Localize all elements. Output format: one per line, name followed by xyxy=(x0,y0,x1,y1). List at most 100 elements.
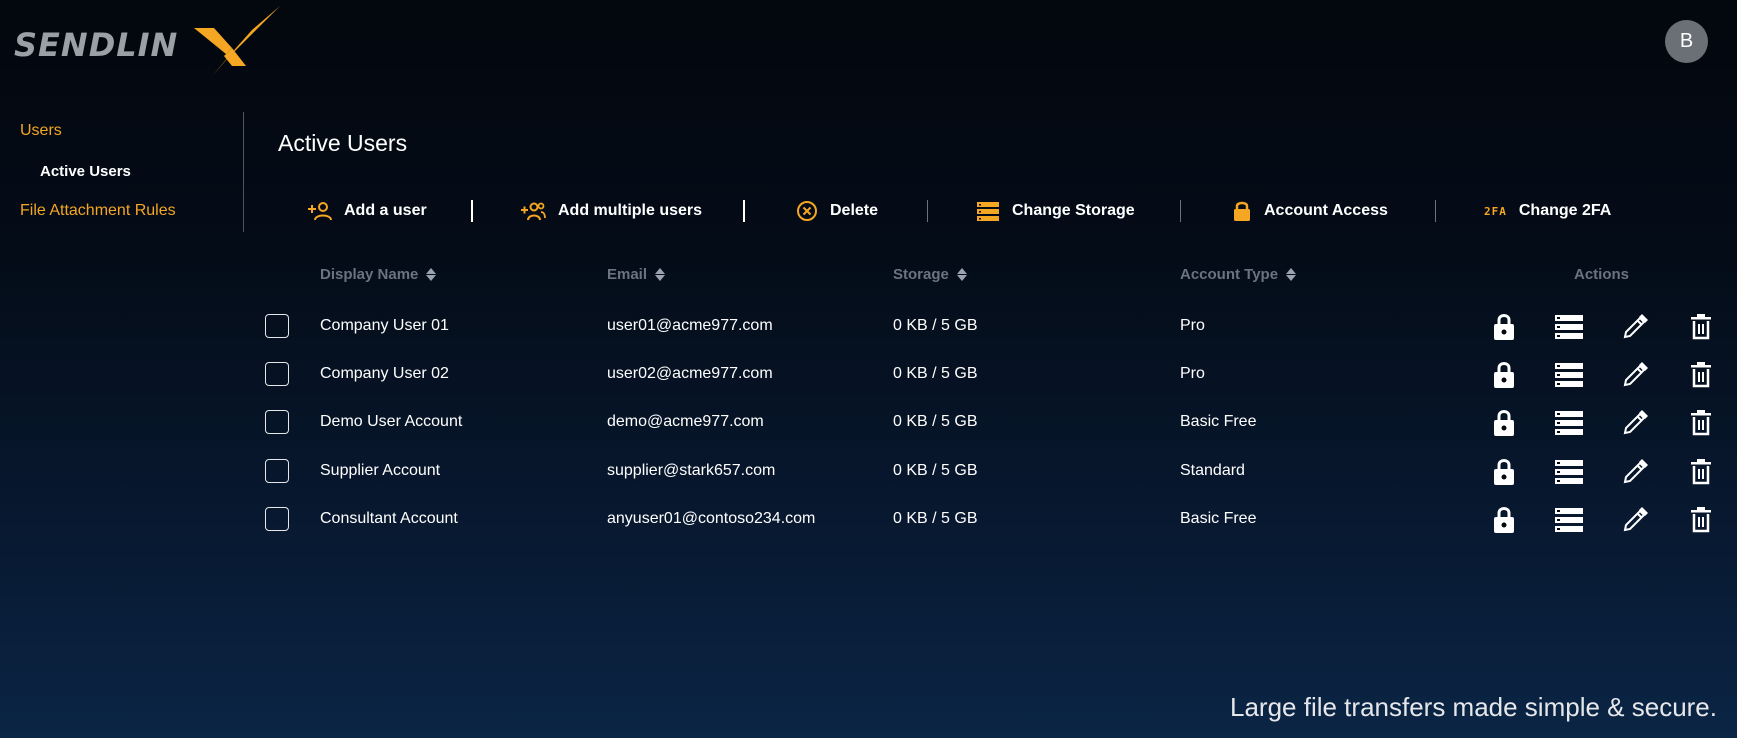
add-user-label: Add a user xyxy=(344,202,427,219)
page-title: Active Users xyxy=(278,130,408,156)
trash-icon[interactable] xyxy=(1685,456,1717,488)
change-2fa-button[interactable]: 2FA Change 2FA xyxy=(1484,196,1611,226)
cell-display-name: Company User 02 xyxy=(320,365,449,382)
user-avatar[interactable]: B xyxy=(1665,20,1708,63)
edit-icon[interactable] xyxy=(1619,504,1651,536)
cell-account-type: Basic Free xyxy=(1180,413,1257,430)
twofa-icon: 2FA xyxy=(1484,204,1507,218)
add-multiple-users-button[interactable]: Add multiple users xyxy=(520,196,702,226)
logo-x-icon xyxy=(194,6,280,76)
cell-email: user02@acme977.com xyxy=(607,365,773,382)
storage-icon[interactable] xyxy=(1553,504,1585,536)
sort-icon xyxy=(956,268,967,281)
logo-text: SENDLIN xyxy=(14,26,179,64)
lock-icon[interactable] xyxy=(1488,407,1520,439)
table-row[interactable]: Company User 01 user01@acme977.com 0 KB / … xyxy=(0,305,1737,349)
cell-display-name: Demo User Account xyxy=(320,413,463,430)
lock-icon xyxy=(1234,201,1250,221)
account-access-button[interactable]: Account Access xyxy=(1232,196,1388,226)
cell-account-type: Standard xyxy=(1180,462,1245,479)
lock-icon[interactable] xyxy=(1488,311,1520,343)
row-checkbox[interactable] xyxy=(265,459,289,483)
cell-storage: 0 KB / 5 GB xyxy=(893,413,978,430)
column-actions: Actions xyxy=(1574,266,1629,283)
lock-icon[interactable] xyxy=(1488,456,1520,488)
column-account-type-label: Account Type xyxy=(1180,266,1279,283)
toolbar-divider xyxy=(471,200,473,222)
column-display-name-label: Display Name xyxy=(320,266,419,283)
cell-storage: 0 KB / 5 GB xyxy=(893,510,978,527)
column-email[interactable]: Email xyxy=(607,266,666,283)
storage-icon xyxy=(977,202,999,221)
add-person-icon xyxy=(308,202,332,221)
lock-icon[interactable] xyxy=(1488,359,1520,391)
edit-icon[interactable] xyxy=(1619,359,1651,391)
trash-icon[interactable] xyxy=(1685,359,1717,391)
account-access-label: Account Access xyxy=(1264,202,1388,219)
column-display-name[interactable]: Display Name xyxy=(320,266,437,283)
add-group-icon xyxy=(521,202,546,221)
sidebar: Users Active Users File Attachment Rules xyxy=(0,112,244,232)
edit-icon[interactable] xyxy=(1619,311,1651,343)
row-checkbox[interactable] xyxy=(265,314,289,338)
table-row[interactable]: Company User 02 user02@acme977.com 0 KB / … xyxy=(0,353,1737,397)
row-checkbox[interactable] xyxy=(265,507,289,531)
cell-email: supplier@stark657.com xyxy=(607,462,776,479)
add-user-button[interactable]: Add a user xyxy=(306,196,427,226)
tagline: Large file transfers made simple & secur… xyxy=(1230,692,1717,722)
cell-display-name: Company User 01 xyxy=(320,317,449,334)
cell-account-type: Basic Free xyxy=(1180,510,1257,527)
cell-storage: 0 KB / 5 GB xyxy=(893,365,978,382)
avatar-initial: B xyxy=(1679,30,1694,52)
trash-icon[interactable] xyxy=(1685,407,1717,439)
cancel-circle-icon xyxy=(797,201,817,221)
cell-display-name: Supplier Account xyxy=(320,462,441,479)
sort-icon xyxy=(1286,268,1297,281)
edit-icon[interactable] xyxy=(1619,407,1651,439)
sidebar-item-active-users[interactable]: Active Users xyxy=(40,163,131,180)
delete-label: Delete xyxy=(830,202,879,219)
cell-display-name: Consultant Account xyxy=(320,510,458,527)
toolbar-divider xyxy=(743,200,745,222)
add-multiple-users-label: Add multiple users xyxy=(558,202,703,219)
sidebar-item-users[interactable]: Users xyxy=(20,122,62,140)
toolbar-divider xyxy=(927,200,928,222)
toolbar-divider xyxy=(1180,200,1181,222)
lock-icon[interactable] xyxy=(1488,504,1520,536)
storage-icon[interactable] xyxy=(1553,407,1585,439)
table-header: Display Name Email Storage Account Type … xyxy=(0,266,1737,286)
cell-email: anyuser01@contoso234.com xyxy=(607,510,816,527)
change-2fa-label: Change 2FA xyxy=(1518,202,1612,219)
table-row[interactable]: Demo User Account demo@acme977.com 0 KB / … xyxy=(0,401,1737,445)
row-checkbox[interactable] xyxy=(265,362,289,386)
delete-button[interactable]: Delete xyxy=(796,196,878,226)
trash-icon[interactable] xyxy=(1685,504,1717,536)
cell-email: user01@acme977.com xyxy=(607,317,773,334)
change-storage-button[interactable]: Change Storage xyxy=(976,196,1135,226)
storage-icon[interactable] xyxy=(1553,311,1585,343)
cell-account-type: Pro xyxy=(1180,365,1205,382)
sort-icon xyxy=(426,268,437,281)
table-row[interactable]: Consultant Account anyuser01@contoso234.c… xyxy=(0,498,1737,542)
cell-storage: 0 KB / 5 GB xyxy=(893,462,978,479)
storage-icon[interactable] xyxy=(1553,359,1585,391)
storage-icon[interactable] xyxy=(1553,456,1585,488)
toolbar: Add a user Add multiple users Delete Cha… xyxy=(290,196,1640,226)
sidebar-item-file-attachment-rules[interactable]: File Attachment Rules xyxy=(20,202,176,220)
sort-icon xyxy=(655,268,666,281)
column-storage-label: Storage xyxy=(893,266,949,283)
table-row[interactable]: Supplier Account supplier@stark657.com 0 K… xyxy=(0,450,1737,494)
column-email-label: Email xyxy=(607,266,648,283)
cell-account-type: Pro xyxy=(1180,317,1205,334)
trash-icon[interactable] xyxy=(1685,311,1717,343)
column-actions-label: Actions xyxy=(1574,266,1630,283)
toolbar-divider xyxy=(1435,200,1436,222)
row-checkbox[interactable] xyxy=(265,410,289,434)
column-storage[interactable]: Storage xyxy=(893,266,967,283)
column-account-type[interactable]: Account Type xyxy=(1180,266,1297,283)
change-storage-label: Change Storage xyxy=(1012,202,1135,219)
cell-email: demo@acme977.com xyxy=(607,413,764,430)
cell-storage: 0 KB / 5 GB xyxy=(893,317,978,334)
sendlinx-logo[interactable]: SENDLIN xyxy=(14,4,280,82)
edit-icon[interactable] xyxy=(1619,456,1651,488)
